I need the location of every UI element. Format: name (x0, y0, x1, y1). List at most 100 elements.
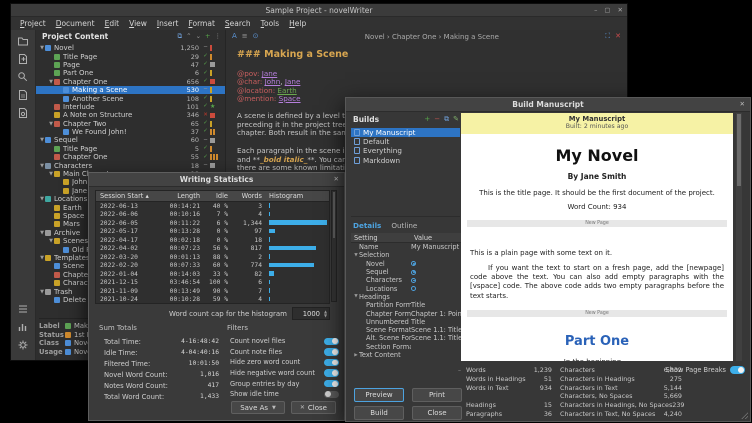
close-document-icon[interactable]: ✕ (615, 33, 621, 40)
setting-row[interactable]: Alt. Scene FormatScene 1.1: Title (351, 334, 461, 342)
build-button[interactable]: Build (354, 406, 404, 420)
menu-tools[interactable]: Tools (261, 19, 279, 28)
session-row[interactable]: 2022-05-1700:13:280 %97 (96, 228, 329, 237)
stats-icon[interactable] (17, 320, 30, 333)
radio-icon[interactable] (411, 261, 416, 266)
setting-row[interactable]: Scene FormatScene 1.1: Title (351, 326, 461, 334)
main-titlebar[interactable]: Sample Project - novelWriter – ▢ ✕ (11, 4, 627, 17)
setting-row[interactable]: Unnumbered Fo…Title (351, 318, 461, 326)
menu-edit[interactable]: Edit (105, 19, 120, 28)
stats-titlebar[interactable]: Writing Statistics ✕ (89, 173, 344, 187)
project-tree-icon[interactable] (17, 34, 30, 47)
close-button[interactable]: Close (412, 406, 462, 420)
radio-icon[interactable] (411, 278, 416, 283)
tree-item[interactable]: Another Scene108✓ (36, 94, 225, 102)
radio-icon[interactable] (411, 286, 416, 291)
tree-item[interactable]: Chapter One55✓ (36, 153, 225, 161)
radio-icon[interactable] (411, 270, 416, 275)
minimize-icon[interactable]: – (594, 7, 597, 14)
setting-row[interactable]: Chapter FormatChapter 1: Point … (351, 309, 461, 317)
setting-row[interactable]: Locations (351, 284, 461, 292)
menu-kebab-icon[interactable]: ⋮ (215, 33, 222, 40)
tree-item[interactable]: ▼Characters18− (36, 161, 225, 169)
session-row[interactable]: 2021-10-2400:10:2859 %4 (96, 296, 329, 305)
setting-row[interactable]: ▶Text Content (351, 351, 461, 359)
setting-row[interactable]: Partition FormatTitle (351, 301, 461, 309)
save-as-button[interactable]: Save As▼ (231, 401, 285, 414)
close-icon[interactable]: ✕ (740, 101, 745, 108)
menu-help[interactable]: Help (289, 19, 306, 28)
tree-item[interactable]: A Note on Structure346✕ (36, 111, 225, 119)
tab-outline[interactable]: Outline (391, 221, 417, 230)
setting-row[interactable]: NameMy Manuscript (351, 243, 461, 251)
build-list-item[interactable]: Default (351, 137, 460, 146)
sessions-table-header[interactable]: Session Start ▴LengthIdleWordsHistogram (96, 191, 329, 202)
setting-row[interactable]: ▼Headings (351, 293, 461, 301)
tree-item[interactable]: ▼Chapter One656✓ (36, 78, 225, 86)
new-document-icon[interactable] (17, 52, 30, 65)
menu-search[interactable]: Search (225, 19, 251, 28)
document-settings-icon[interactable] (17, 106, 30, 119)
column-header-session-start[interactable]: Session Start ▴ (96, 192, 156, 200)
build-titlebar[interactable]: Build Manuscript ✕ (346, 98, 750, 112)
move-down-icon[interactable]: ⌄ (196, 33, 201, 40)
add-build-icon[interactable]: + (424, 116, 430, 123)
resize-grip-icon[interactable] (741, 412, 748, 419)
splitter[interactable] (351, 216, 460, 217)
session-row[interactable]: 2022-06-0500:11:226 %1,344 (96, 219, 329, 228)
tree-item[interactable]: We Found John!37✓ (36, 128, 225, 136)
tab-details[interactable]: Details (353, 221, 381, 230)
session-row[interactable]: 2022-04-1700:02:180 %18 (96, 236, 329, 245)
session-row[interactable]: 2021-12-1503:46:54100 %6 (96, 279, 329, 288)
stats-collapse-icon[interactable]: – (458, 367, 461, 374)
tag-reference-link[interactable]: Space (279, 94, 301, 103)
column-header-length[interactable]: Length (156, 192, 202, 200)
column-header-words[interactable]: Words (230, 192, 264, 200)
filter-toggle[interactable] (324, 359, 339, 367)
tree-item[interactable]: ▼Novel1,250− (36, 44, 225, 52)
tree-item[interactable]: Page47✓ (36, 61, 225, 69)
tree-item[interactable]: Title Page5✓ (36, 145, 225, 153)
outline-icon[interactable] (17, 302, 30, 315)
setting-row[interactable]: Section Format (351, 343, 461, 351)
remove-build-icon[interactable]: − (434, 116, 440, 123)
settings-gear-icon[interactable] (17, 338, 30, 351)
session-row[interactable]: 2022-06-1300:14:2140 %3 (96, 202, 329, 211)
menu-project[interactable]: Project (20, 19, 46, 28)
move-up-icon[interactable]: ⌃ (186, 33, 191, 40)
maximize-icon[interactable]: ▢ (604, 7, 610, 14)
filter-toggle[interactable] (324, 348, 339, 356)
menu-insert[interactable]: Insert (157, 19, 179, 28)
setting-row[interactable]: Novel (351, 260, 461, 268)
tree-item[interactable]: Making a Scene530− (36, 86, 225, 94)
search-icon[interactable] (17, 70, 30, 83)
sessions-table[interactable]: Session Start ▴LengthIdleWordsHistogram … (95, 190, 330, 304)
document-icon[interactable] (17, 88, 30, 101)
menu-document[interactable]: Document (56, 19, 95, 28)
expand-icon[interactable]: ⧉ (177, 33, 182, 40)
session-row[interactable]: 2022-04-0200:07:2356 %817 (96, 245, 329, 254)
histogram-cap-spinner[interactable]: 1000 ▲▼ (292, 307, 330, 320)
menu-view[interactable]: View (129, 19, 147, 28)
spinner-arrows-icon[interactable]: ▲▼ (322, 310, 329, 318)
close-button[interactable]: ✕Close (291, 401, 336, 414)
tree-item[interactable]: Part One6✓ (36, 69, 225, 77)
tree-item[interactable]: Interlude101✓★ (36, 103, 225, 111)
focus-mode-icon[interactable]: ⛶ (605, 33, 610, 40)
build-list-item[interactable]: Markdown (351, 156, 460, 165)
table-scrollbar[interactable] (331, 190, 337, 302)
search-icon[interactable]: ⊙ (253, 33, 259, 40)
column-header-histogram[interactable]: Histogram (264, 192, 329, 200)
column-header-idle[interactable]: Idle (202, 192, 230, 200)
session-row[interactable]: 2022-02-2000:07:3360 %774 (96, 262, 329, 271)
filter-toggle[interactable] (324, 380, 339, 388)
session-row[interactable]: 2022-01-0400:14:0333 %82 (96, 270, 329, 279)
filter-toggle[interactable] (324, 391, 339, 399)
print-button[interactable]: Print (412, 388, 462, 402)
preview-button[interactable]: Preview (354, 388, 404, 402)
setting-row[interactable]: Characters (351, 276, 461, 284)
setting-row[interactable]: ▼Selection (351, 251, 461, 259)
show-page-breaks-toggle[interactable] (730, 366, 745, 374)
filter-toggle[interactable] (324, 338, 339, 346)
add-icon[interactable]: + (205, 33, 210, 40)
